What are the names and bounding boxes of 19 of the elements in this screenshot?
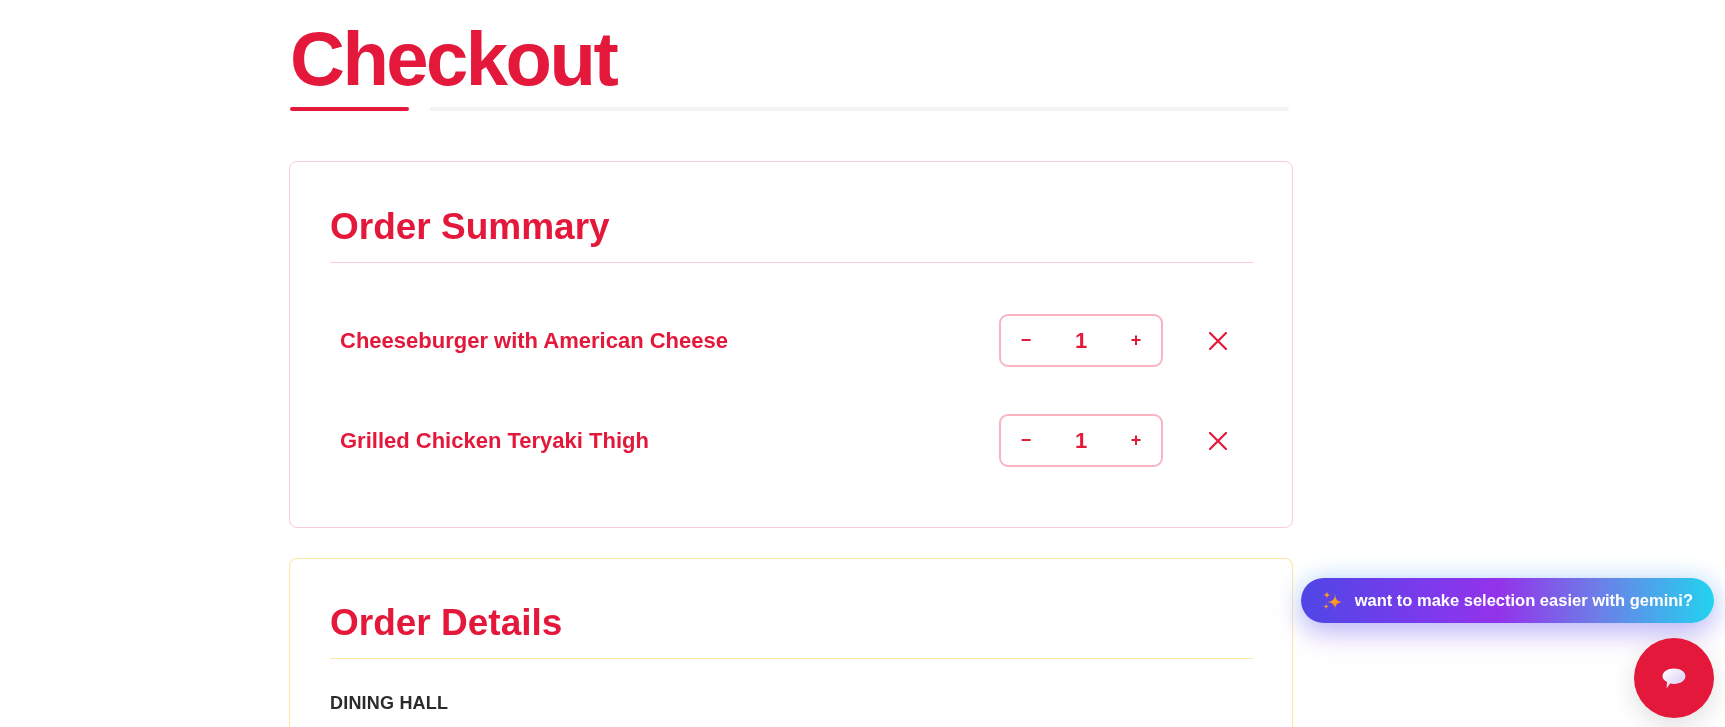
assistant-prompt-button[interactable]: want to make selection easier with gemini? <box>1300 578 1714 623</box>
item-name: Cheeseburger with American Cheese <box>340 327 729 354</box>
increment-button[interactable]: + <box>1111 316 1161 365</box>
section-heading: Order Summary <box>330 205 610 249</box>
quantity-value: 1 <box>1073 427 1089 454</box>
remove-button[interactable] <box>1209 331 1227 350</box>
increment-button[interactable]: + <box>1111 416 1161 465</box>
section-heading: Order Details <box>330 601 563 645</box>
remove-button[interactable] <box>1209 431 1227 450</box>
chat-bubble-icon <box>1662 667 1686 689</box>
sparkle-icon <box>1322 591 1342 610</box>
close-icon <box>1209 331 1227 350</box>
decrement-button[interactable]: − <box>1001 416 1051 465</box>
item-name: Grilled Chicken Teryaki Thigh <box>340 427 650 454</box>
decrement-button[interactable]: − <box>1001 316 1051 365</box>
quantity-value: 1 <box>1073 327 1089 354</box>
page-title: Checkout <box>289 21 617 97</box>
field-label: DINING HALL <box>330 692 449 714</box>
close-icon <box>1209 431 1227 450</box>
